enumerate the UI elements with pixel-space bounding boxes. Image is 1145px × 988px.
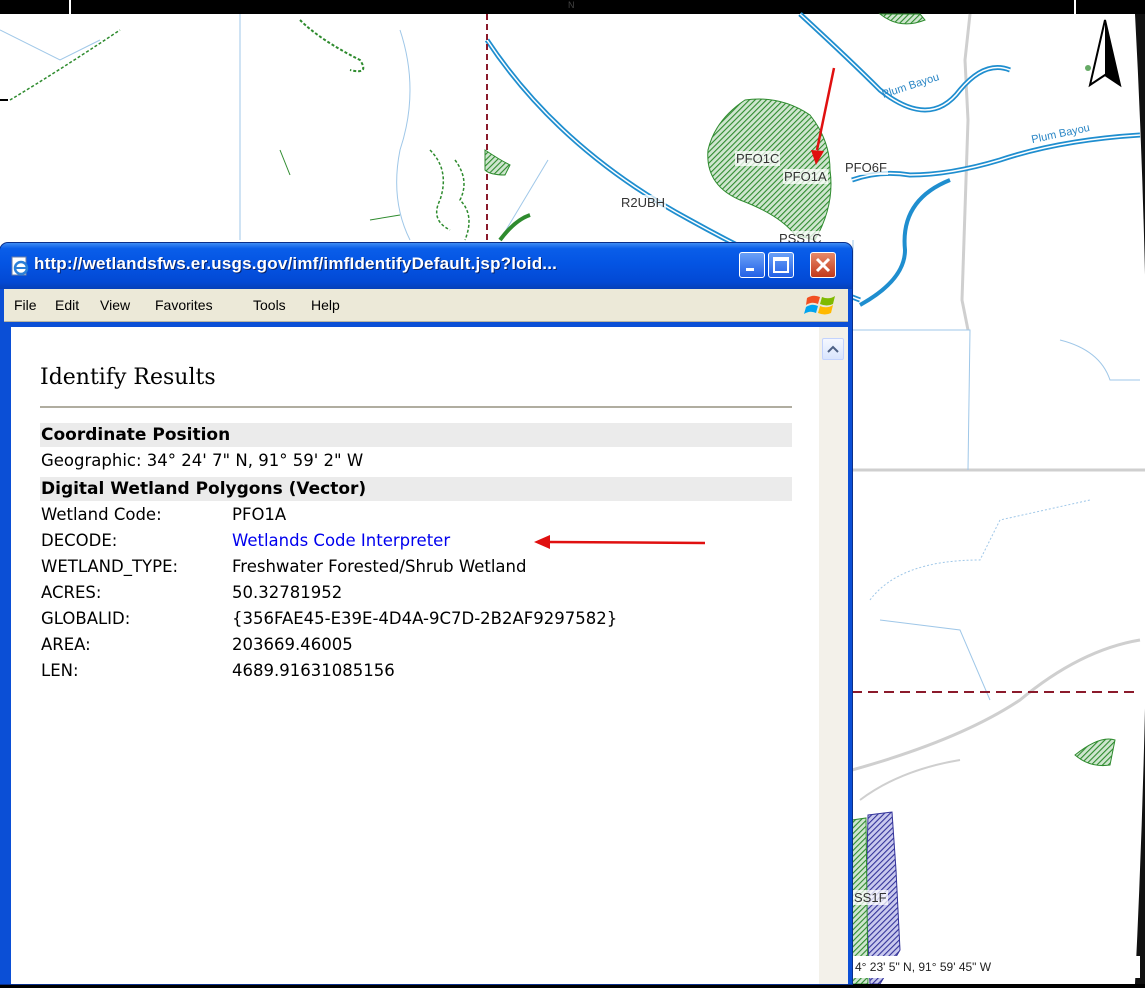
north-label: N [568, 0, 575, 10]
attr-key-acres: ACRES: [41, 583, 102, 602]
maximize-icon [773, 257, 789, 273]
minimize-button[interactable] [739, 252, 765, 278]
map-label-pss1c: PSS1C [778, 231, 823, 243]
menu-bar: File Edit View Favorites Tools Help [4, 289, 848, 322]
scroll-up-button[interactable] [822, 338, 844, 360]
section-header-coordinate: Coordinate Position [40, 423, 792, 447]
chevron-up-icon [827, 345, 839, 353]
ie-page-icon [11, 256, 29, 276]
attr-key-globalid: GLOBALID: [41, 609, 131, 628]
menu-view[interactable]: View [100, 297, 130, 313]
map-label-pfo6f: PFO6F [844, 160, 888, 175]
attr-value-globalid: {356FAE45-E39E-4D4A-9C7D-2B2AF9297582} [232, 609, 618, 628]
attr-value-acres: 50.32781952 [232, 583, 343, 602]
attr-key-wetland-type: WETLAND_TYPE: [41, 557, 179, 576]
attr-key-area: AREA: [41, 635, 91, 654]
page-title: Identify Results [40, 365, 216, 390]
attr-value-wetland-code: PFO1A [232, 505, 287, 524]
vertical-scrollbar[interactable] [819, 327, 848, 984]
map-label-r2ubh: R2UBH [620, 195, 667, 210]
attr-value-area: 203669.46005 [232, 635, 353, 654]
menu-file[interactable]: File [14, 297, 37, 313]
attr-key-wetland-code: Wetland Code: [41, 505, 162, 524]
identify-popup-window[interactable]: http://wetlandsfws.er.usgs.gov/imf/imfId… [0, 243, 852, 984]
map-label-pfo1c: PFO1C [735, 151, 781, 166]
attr-value-wetland-type: Freshwater Forested/Shrub Wetland [232, 557, 527, 576]
window-titlebar[interactable]: http://wetlandsfws.er.usgs.gov/imf/imfId… [0, 243, 852, 289]
attr-value-len: 4689.91631085156 [232, 661, 395, 680]
map-coordinate-readout: 4° 23' 5" N, 91° 59' 45" W [853, 956, 1140, 978]
maximize-button[interactable] [768, 252, 794, 278]
windows-logo-icon [804, 295, 835, 315]
minimize-icon [746, 268, 754, 271]
section-header-polygons: Digital Wetland Polygons (Vector) [40, 477, 792, 501]
attr-key-len: LEN: [41, 661, 79, 680]
close-icon [815, 257, 831, 273]
menu-edit[interactable]: Edit [55, 297, 79, 313]
menu-help[interactable]: Help [311, 297, 340, 313]
title-divider [40, 406, 792, 408]
close-button[interactable] [810, 252, 836, 278]
map-label-ss1f: SS1F [853, 890, 888, 905]
window-title: http://wetlandsfws.er.usgs.gov/imf/imfId… [34, 254, 558, 273]
menu-tools[interactable]: Tools [253, 297, 286, 313]
geographic-coordinate: Geographic: 34° 24' 7" N, 91° 59' 2" W [41, 451, 364, 470]
red-arrow-annotation [534, 535, 706, 549]
map-label-pfo1a: PFO1A [783, 169, 828, 184]
menu-favorites[interactable]: Favorites [155, 297, 213, 313]
attr-key-decode: DECODE: [41, 531, 118, 550]
wetlands-code-interpreter-link[interactable]: Wetlands Code Interpreter [232, 529, 450, 553]
page-content: Identify Results Coordinate Position Geo… [11, 327, 819, 984]
